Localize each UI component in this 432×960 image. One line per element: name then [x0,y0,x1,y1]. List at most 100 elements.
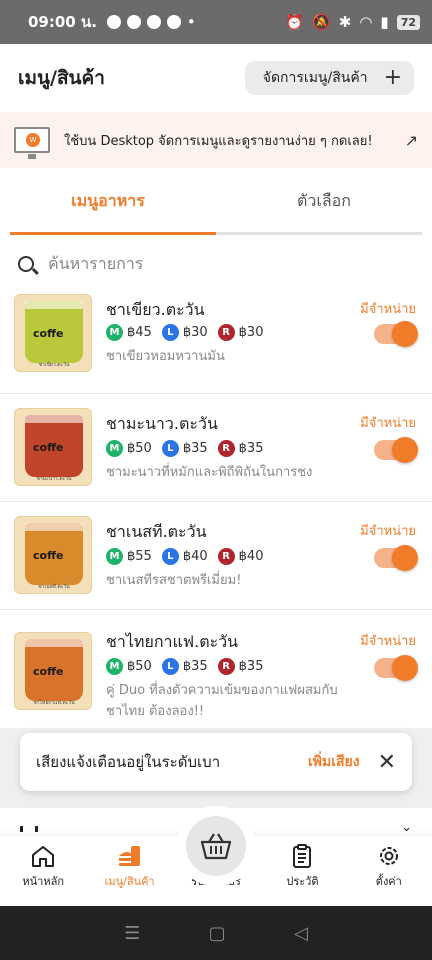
item-description: ชาเนสทีรสชาตพรีเมี่ยม! [106,573,242,588]
messenger-icon [106,15,121,29]
price-robinhood: ฿35 [238,659,264,674]
system-nav-bar: ☰ ▢ ◁ [0,906,432,960]
shop-icon [126,15,141,29]
item-thumbnail: coffe ชามะนาว.ตะวัน [14,408,92,486]
price-grab: ฿55 [127,549,152,564]
home-square-icon[interactable]: ▢ [209,923,226,944]
price-robinhood: ฿30 [238,325,264,340]
lineman-channel-icon: L [161,658,179,675]
robinhood-channel-icon: R [217,324,235,341]
search-icon [18,256,34,272]
availability-label: มีจำหน่าย [360,524,416,539]
availability-toggle[interactable] [374,655,418,681]
volume-toast: เสียงแจ้งเตือนอยู่ในระดับเบา เพิ่มเสียง … [20,733,412,791]
price-grab: ฿50 [127,659,152,674]
price-robinhood: ฿40 [238,549,264,564]
nav-label: ตั้งค่า [375,875,402,888]
item-description: ชามะนาวที่หมักและพิถีพิถันในการชง [106,465,313,480]
mute-icon: 🔕 [312,13,331,31]
tab-indicator [10,232,422,235]
monitor-icon: W [14,127,50,159]
take-order-button[interactable] [176,806,256,886]
grab-channel-icon: M [106,324,123,341]
price-robinhood: ฿35 [238,441,264,456]
item-prices: M ฿55 L ฿40 R ฿40 [106,548,269,565]
item-prices: M ฿50 L ฿35 R ฿35 [106,440,269,457]
item-description: ชาเขียวหอมหวานมัน [106,349,225,364]
price-lineman: ฿35 [182,441,208,456]
menu-list: coffe ชาเขียว.ตะวัน ชาเขียว.ตะวัน M ฿45 L… [0,286,432,734]
availability-label: มีจำหน่าย [360,302,416,317]
tab-options[interactable]: ตัวเลือก [216,168,432,234]
more-dot-icon: • [186,13,196,31]
page-title: เมนู/สินค้า [18,67,105,89]
nav-home[interactable]: หน้าหลัก [0,836,86,906]
grab-channel-icon: M [106,658,123,675]
nav-label: ประวัติ [286,875,319,888]
manage-menu-label: จัดการเมนู/สินค้า [262,70,368,86]
drink-cup-image: coffe [25,301,83,363]
item-thumbnail: coffe ชาเนสที.ตะวัน [14,516,92,594]
gear-icon [379,847,398,865]
tab-bar: เมนูอาหาร ตัวเลือก [0,168,432,234]
availability-label: มีจำหน่าย [360,634,416,649]
item-name: ชาเขียว.ตะวัน [106,300,205,319]
desktop-banner[interactable]: W ใช้บน Desktop จัดการเมนูและดูรายงานง่า… [0,112,432,168]
price-lineman: ฿30 [182,325,208,340]
bluetooth-icon: ✱ [338,13,352,31]
item-thumbnail: coffe ชาไทยกาแฟ.ตะวัน [14,632,92,710]
lineman-channel-icon: L [161,440,179,457]
tab-food-menu[interactable]: เมนูอาหาร [0,168,216,234]
availability-toggle[interactable] [374,437,418,463]
status-time: 09:00 น. [28,13,97,31]
item-name: ชาไทยกาแฟ.ตะวัน [106,632,239,651]
nav-label: หน้าหลัก [22,875,64,888]
availability-label: มีจำหน่าย [360,416,416,431]
recent-apps-icon[interactable]: ☰ [124,923,140,944]
item-name: ชามะนาว.ตะวัน [106,414,218,433]
item-thumbnail-caption: ชามะนาว.ตะวัน [36,476,72,482]
availability-toggle[interactable] [374,545,418,571]
drink-cup-image: coffe [25,415,83,477]
lineman-channel-icon: L [161,548,179,565]
toast-message: เสียงแจ้งเตือนอยู่ในระดับเบา [36,753,221,771]
external-link-icon[interactable]: ↗ [405,131,418,150]
chat-icon [166,15,181,29]
nav-history[interactable]: ประวัติ [259,836,345,906]
line-icon [146,15,161,29]
search-bar[interactable]: ค้นหารายการ [18,246,418,282]
notification-icons: • [106,13,196,31]
manage-menu-button[interactable]: จัดการเมนู/สินค้า + [244,61,414,95]
close-icon[interactable]: ✕ [378,750,396,775]
nav-settings[interactable]: ตั้งค่า [346,836,432,906]
item-prices: M ฿50 L ฿35 R ฿35 [106,658,269,675]
signal-icon: ▮ [380,13,389,31]
list-item[interactable]: coffe ชามะนาว.ตะวัน ชามะนาว.ตะวัน M ฿50 L… [0,394,432,502]
item-thumbnail-caption: ชาไทยกาแฟ.ตะวัน [33,700,75,706]
wifi-icon: ◠ [359,13,373,31]
increase-volume-button[interactable]: เพิ่มเสียง [308,751,360,773]
back-icon[interactable]: ◁ [294,923,308,944]
banner-text: ใช้บน Desktop จัดการเมนูและดูรายงานง่าย … [64,133,373,149]
search-input[interactable]: ค้นหารายการ [48,252,143,277]
plus-icon: + [383,65,402,90]
alarm-icon: ⏰ [285,13,305,31]
drink-cup-image: coffe [25,639,83,701]
list-item[interactable]: coffe ชาเขียว.ตะวัน ชาเขียว.ตะวัน M ฿45 L… [0,286,432,394]
lineman-channel-icon: L [161,324,179,341]
item-description: คู่ Duo ที่ลงตัวความเข้มของกาแฟผสมกับชาไ… [106,683,338,719]
list-item[interactable]: coffe ชาเนสที.ตะวัน ชาเนสที.ตะวัน M ฿55 L… [0,502,432,610]
battery-indicator: 72 [396,14,420,30]
nav-menu[interactable]: เมนู/สินค้า [86,836,172,906]
item-prices: M ฿45 L ฿30 R ฿30 [106,324,269,341]
home-icon [32,846,55,867]
item-thumbnail: coffe ชาเขียว.ตะวัน [14,294,92,372]
clipboard-icon [293,844,312,868]
availability-toggle[interactable] [374,321,418,347]
list-item[interactable]: coffe ชาไทยกาแฟ.ตะวัน ชาไทยกาแฟ.ตะวัน M ฿… [0,610,432,734]
price-grab: ฿45 [127,325,152,340]
chevron-icon[interactable]: ⌄ [401,820,412,835]
system-icons: ⏰ 🔕 ✱ ◠ ▮ 72 [285,13,420,31]
robinhood-channel-icon: R [217,548,235,565]
item-name: ชาเนสที.ตะวัน [106,522,207,541]
